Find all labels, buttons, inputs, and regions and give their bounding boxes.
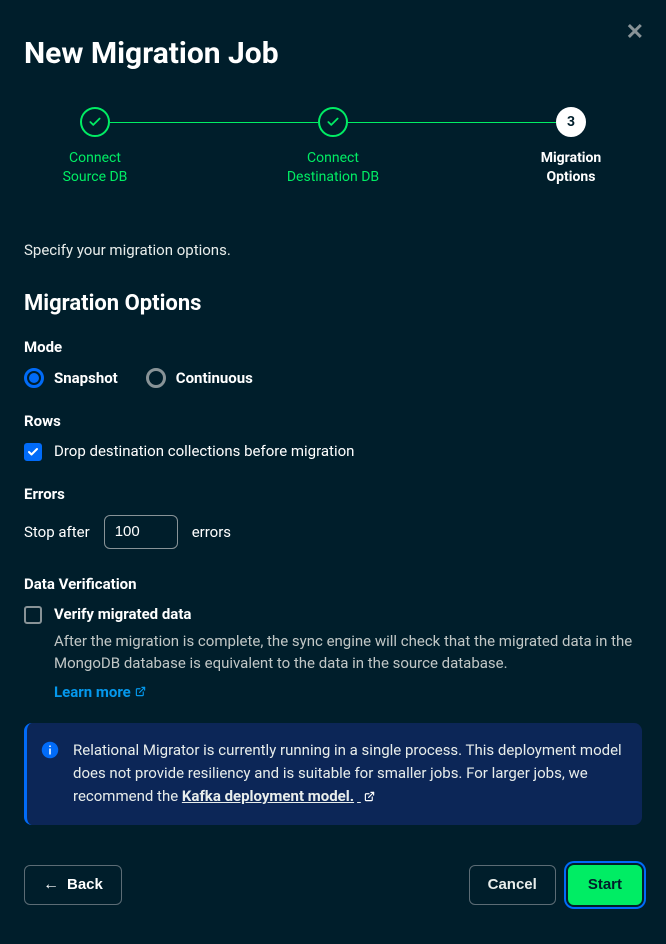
step-circle [80,107,110,137]
step-label: MigrationOptions [541,149,602,187]
check-icon [326,115,340,129]
verify-checkbox[interactable] [24,606,42,624]
errors-input[interactable] [104,515,178,549]
errors-posttext: errors [192,523,231,541]
mode-radio-snapshot[interactable]: Snapshot [24,368,118,388]
footer: ← Back Cancel Start [24,865,642,905]
rows-label: Rows [24,412,642,430]
errors-row: Stop after errors [24,515,642,549]
cancel-button[interactable]: Cancel [469,865,556,905]
radio-icon [24,368,44,388]
learn-more-link[interactable]: Learn more [54,683,146,701]
drop-collections-label: Drop destination collections before migr… [54,442,354,460]
radio-label: Snapshot [54,369,118,387]
check-icon [88,115,102,129]
start-button[interactable]: Start [568,865,642,905]
verify-row: Verify migrated data [24,605,642,624]
check-icon [27,446,39,458]
mode-radio-group: Snapshot Continuous [24,368,642,388]
step-circle: 3 [556,107,586,137]
external-link-icon [135,686,146,697]
close-button[interactable]: ✕ [626,22,644,44]
mode-radio-continuous[interactable]: Continuous [146,368,253,388]
instruction-text: Specify your migration options. [24,241,642,259]
step-label: ConnectDestination DB [287,149,379,187]
mode-label: Mode [24,338,642,356]
banner-text: Relational Migrator is currently running… [73,739,624,809]
verify-label: Data Verification [24,575,642,593]
info-banner: Relational Migrator is currently running… [24,723,642,825]
step-label: ConnectSource DB [63,149,128,187]
close-icon: ✕ [626,20,644,45]
external-link-icon [364,791,375,802]
verify-description: After the migration is complete, the syn… [54,630,642,675]
back-label: Back [67,876,103,893]
section-title: Migration Options [24,291,642,316]
step-circle [318,107,348,137]
cancel-label: Cancel [488,876,537,893]
radio-label: Continuous [176,369,253,387]
back-button[interactable]: ← Back [24,865,122,905]
step-migration-options: 3 MigrationOptions [516,107,626,187]
errors-label: Errors [24,485,642,503]
arrow-left-icon: ← [43,877,59,893]
learn-more-text: Learn more [54,683,131,701]
radio-icon [146,368,166,388]
step-connect-source: ConnectSource DB [40,107,150,187]
step-number: 3 [567,114,575,130]
errors-pretext: Stop after [24,523,90,541]
step-connect-destination: ConnectDestination DB [278,107,388,187]
start-label: Start [588,876,622,893]
verify-checkbox-label: Verify migrated data [54,605,191,623]
info-icon [41,741,59,759]
kafka-link[interactable]: Kafka deployment model. [182,785,375,808]
drop-collections-row: Drop destination collections before migr… [24,442,642,461]
stepper: ConnectSource DB ConnectDestination DB 3… [40,107,626,187]
drop-collections-checkbox[interactable] [24,443,42,461]
dialog-title: New Migration Job [24,36,642,71]
